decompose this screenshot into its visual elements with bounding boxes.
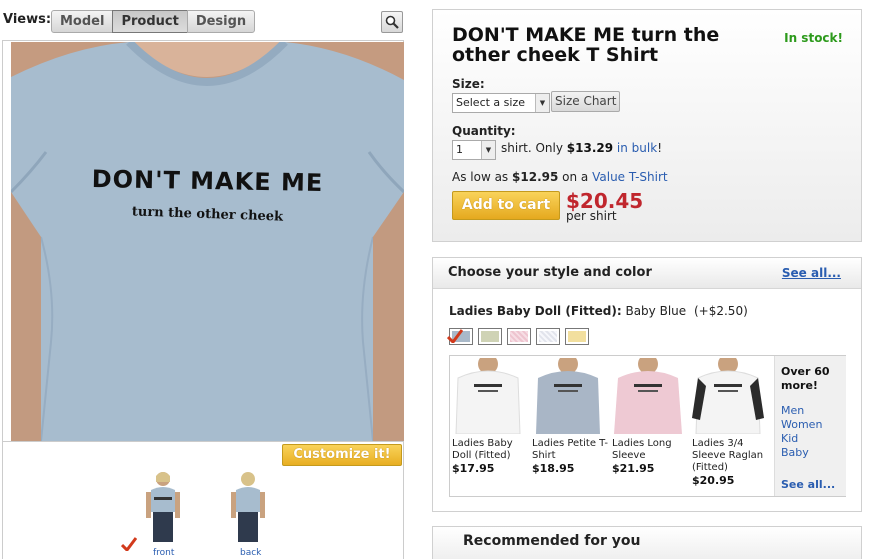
check-icon xyxy=(121,537,137,551)
current-style: Ladies Baby Doll (Fitted): Baby Blue (+$… xyxy=(449,304,748,318)
aslow-pre: As low as xyxy=(452,170,509,184)
stock-status: In stock! xyxy=(784,31,843,45)
quantity-label: Quantity: xyxy=(452,124,516,138)
size-select-value: Select a size xyxy=(456,96,525,109)
magnifier-icon xyxy=(385,15,399,29)
view-tab-model[interactable]: Model xyxy=(51,10,114,33)
recommended-panel: Recommended for you xyxy=(432,526,862,559)
customize-button[interactable]: Customize it! xyxy=(282,444,402,466)
recommended-title: Recommended for you xyxy=(463,533,641,549)
thumb-front-label[interactable]: front xyxy=(153,548,174,558)
style-item-price: $20.95 xyxy=(692,474,735,487)
bulk-price: $13.29 xyxy=(566,141,614,155)
bulk-text-pre: shirt. Only xyxy=(501,141,563,155)
shirt-body xyxy=(11,42,404,441)
thumb-back-image xyxy=(231,472,265,542)
as-low-as-text: As low as $12.95 on a Value T-Shirt xyxy=(452,170,668,184)
bulk-link[interactable]: in bulk xyxy=(617,141,657,155)
quantity-value: 1 xyxy=(456,143,463,156)
shirt-illustration xyxy=(11,42,404,441)
add-to-cart-button[interactable]: Add to cart xyxy=(452,191,560,220)
style-item-image xyxy=(532,358,604,434)
style-options: Ladies Baby Doll (Fitted) $17.95 Ladies P… xyxy=(449,355,846,497)
style-header: Choose your style and color See all... xyxy=(433,258,861,289)
style-item-name: Ladies Long Sleeve $21.95 xyxy=(612,438,690,475)
see-all-more-link[interactable]: See all... xyxy=(781,478,835,491)
link-kid[interactable]: Kid xyxy=(781,432,798,445)
product-title: DON'T MAKE ME turn the other cheek T Shi… xyxy=(452,24,720,66)
swatch-khaki[interactable] xyxy=(478,328,502,345)
zoom-button[interactable] xyxy=(381,11,403,33)
style-item-name: Ladies 3/4 Sleeve Raglan (Fitted) $20.95 xyxy=(692,438,770,487)
chevron-down-icon: ▼ xyxy=(535,94,549,112)
size-select[interactable]: Select a size ▼ xyxy=(452,93,550,113)
view-tabs: Model Product Design xyxy=(51,10,256,33)
color-swatches xyxy=(449,328,594,345)
product-image-frame: DON'T MAKE ME turn the other cheek xyxy=(2,40,404,559)
style-item-image xyxy=(612,358,684,434)
style-item-name: Ladies Petite T-Shirt $18.95 xyxy=(532,438,610,475)
views-label: Views: xyxy=(3,12,52,27)
buy-panel: DON'T MAKE ME turn the other cheek T Shi… xyxy=(432,9,862,242)
more-styles: Over 60 more! Men Women Kid Baby See all… xyxy=(774,356,846,496)
style-item-price: $17.95 xyxy=(452,462,495,475)
product-photo[interactable]: DON'T MAKE ME turn the other cheek xyxy=(11,42,404,441)
see-all-styles-link[interactable]: See all... xyxy=(782,266,841,280)
bulk-text-post: ! xyxy=(657,141,662,155)
more-styles-title: Over 60 more! xyxy=(781,365,830,392)
aslow-mid: on a xyxy=(562,170,589,184)
style-item-price: $18.95 xyxy=(532,462,575,475)
size-chart-button[interactable]: Size Chart xyxy=(551,91,621,112)
thumb-back[interactable] xyxy=(228,470,268,548)
style-item-price: $21.95 xyxy=(612,462,655,475)
swatch-yellow[interactable] xyxy=(565,328,589,345)
current-style-color: Baby Blue xyxy=(625,304,687,318)
swatch-pink[interactable] xyxy=(507,328,531,345)
link-baby[interactable]: Baby xyxy=(781,446,809,459)
thumb-front[interactable] xyxy=(143,470,183,548)
style-item-name: Ladies Baby Doll (Fitted) $17.95 xyxy=(452,438,530,475)
current-style-name: Ladies Baby Doll (Fitted): xyxy=(449,304,622,318)
thumb-back-label[interactable]: back xyxy=(240,548,261,558)
style-item-image xyxy=(452,358,524,434)
link-men[interactable]: Men xyxy=(781,404,804,417)
quantity-select[interactable]: 1 ▼ xyxy=(452,140,496,160)
bulk-pricing-text: shirt. Only $13.29 in bulk! xyxy=(501,141,662,155)
swatch-white[interactable] xyxy=(536,328,560,345)
divider xyxy=(3,441,403,442)
chevron-down-icon: ▼ xyxy=(481,141,495,159)
style-item-image xyxy=(692,358,764,434)
style-panel: Choose your style and color See all... L… xyxy=(432,257,862,512)
thumb-front-image xyxy=(146,472,180,542)
check-icon xyxy=(447,329,463,343)
current-style-upcharge: (+$2.50) xyxy=(693,304,748,318)
aslow-price: $12.95 xyxy=(512,170,559,184)
link-women[interactable]: Women xyxy=(781,418,822,431)
per-shirt-label: per shirt xyxy=(566,209,617,223)
view-tab-design[interactable]: Design xyxy=(186,10,256,33)
value-tshirt-link[interactable]: Value T-Shirt xyxy=(592,170,668,184)
view-tab-product[interactable]: Product xyxy=(112,10,188,33)
style-title: Choose your style and color xyxy=(448,265,652,280)
size-label: Size: xyxy=(452,77,485,91)
